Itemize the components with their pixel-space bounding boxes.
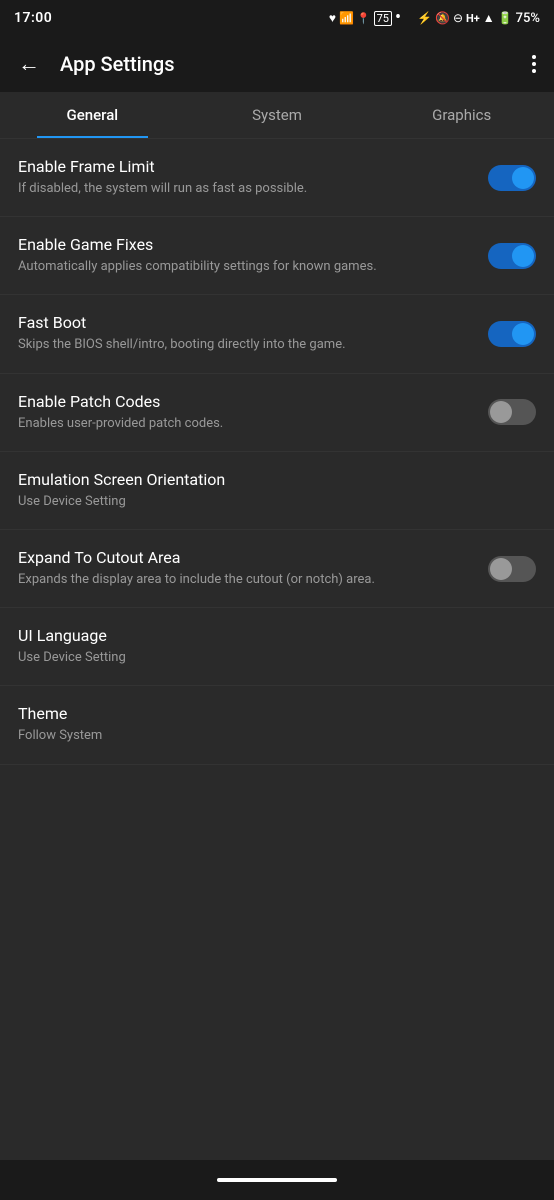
toggle-frame-limit[interactable] (488, 165, 536, 191)
toggle-knob-fast-boot (512, 323, 534, 345)
setting-desc-ui-language: Use Device Setting (18, 649, 520, 667)
tab-bar: General System Graphics (0, 92, 554, 139)
signal-icon: ▲ (483, 11, 495, 25)
location-icon: 📍 (357, 12, 371, 25)
setting-title-theme: Theme (18, 704, 520, 723)
setting-item-fast-boot[interactable]: Fast Boot Skips the BIOS shell/intro, boo… (0, 295, 554, 373)
setting-title-patch-codes: Enable Patch Codes (18, 392, 472, 411)
bottom-bar (0, 1160, 554, 1200)
tab-system[interactable]: System (185, 92, 370, 138)
setting-desc-game-fixes: Automatically applies compatibility sett… (18, 258, 472, 276)
toggle-game-fixes[interactable] (488, 243, 536, 269)
setting-item-frame-limit[interactable]: Enable Frame Limit If disabled, the syste… (0, 139, 554, 217)
setting-text-frame-limit: Enable Frame Limit If disabled, the syste… (18, 157, 488, 198)
battery-icon: 🔋 (498, 11, 513, 25)
setting-item-patch-codes[interactable]: Enable Patch Codes Enables user-provided … (0, 374, 554, 452)
toggle-knob-frame-limit (512, 167, 534, 189)
tab-graphics[interactable]: Graphics (369, 92, 554, 138)
page-title: App Settings (60, 52, 512, 76)
setting-title-game-fixes: Enable Game Fixes (18, 235, 472, 254)
status-icons: ♥ 📶 📍 75 • ⚡ 🔕 ⊖ H+ ▲ 🔋 75% (329, 9, 540, 27)
dot-2 (532, 62, 536, 66)
setting-text-ui-language: UI Language Use Device Setting (18, 626, 536, 667)
setting-item-ui-language[interactable]: UI Language Use Device Setting (0, 608, 554, 686)
setting-desc-fast-boot: Skips the BIOS shell/intro, booting dire… (18, 336, 472, 354)
tab-general[interactable]: General (0, 92, 185, 138)
setting-title-screen-orientation: Emulation Screen Orientation (18, 470, 520, 489)
setting-title-cutout-area: Expand To Cutout Area (18, 548, 472, 567)
toggle-slider-cutout-area (488, 556, 536, 582)
setting-desc-patch-codes: Enables user-provided patch codes. (18, 415, 472, 433)
dot-1 (532, 55, 536, 59)
setting-text-game-fixes: Enable Game Fixes Automatically applies c… (18, 235, 488, 276)
badge-75-icon: 75 (374, 11, 392, 26)
minus-circle-icon: ⊖ (453, 11, 463, 25)
setting-item-cutout-area[interactable]: Expand To Cutout Area Expands the display… (0, 530, 554, 608)
toggle-knob-game-fixes (512, 245, 534, 267)
setting-desc-theme: Follow System (18, 727, 520, 745)
toggle-slider-frame-limit (488, 165, 536, 191)
toggle-knob-cutout-area (490, 558, 512, 580)
bluetooth-icon: ⚡ (417, 11, 432, 25)
toggle-slider-fast-boot (488, 321, 536, 347)
battery-level: 75% (516, 11, 540, 26)
setting-text-theme: Theme Follow System (18, 704, 536, 745)
toggle-knob-patch-codes (490, 401, 512, 423)
setting-text-cutout-area: Expand To Cutout Area Expands the display… (18, 548, 488, 589)
status-time: 17:00 (14, 10, 52, 26)
dot-icon: • (395, 9, 401, 27)
setting-item-game-fixes[interactable]: Enable Game Fixes Automatically applies c… (0, 217, 554, 295)
home-indicator (217, 1178, 337, 1182)
status-bar: 17:00 ♥ 📶 📍 75 • ⚡ 🔕 ⊖ H+ ▲ 🔋 75% (0, 0, 554, 36)
setting-text-screen-orientation: Emulation Screen Orientation Use Device S… (18, 470, 536, 511)
h-plus-icon: H+ (466, 12, 480, 25)
settings-list: Enable Frame Limit If disabled, the syste… (0, 139, 554, 1160)
toggle-fast-boot[interactable] (488, 321, 536, 347)
toggle-patch-codes[interactable] (488, 399, 536, 425)
setting-title-fast-boot: Fast Boot (18, 313, 472, 332)
setting-desc-cutout-area: Expands the display area to include the … (18, 571, 472, 589)
setting-title-ui-language: UI Language (18, 626, 520, 645)
bell-off-icon: 🔕 (435, 11, 450, 25)
dot-3 (532, 69, 536, 73)
heart-icon: ♥ (329, 11, 336, 25)
wifi-icon: 📶 (339, 11, 354, 25)
more-options-button[interactable] (528, 51, 540, 77)
setting-desc-frame-limit: If disabled, the system will run as fast… (18, 180, 472, 198)
setting-title-frame-limit: Enable Frame Limit (18, 157, 472, 176)
setting-item-screen-orientation[interactable]: Emulation Screen Orientation Use Device S… (0, 452, 554, 530)
setting-item-theme[interactable]: Theme Follow System (0, 686, 554, 764)
setting-text-fast-boot: Fast Boot Skips the BIOS shell/intro, boo… (18, 313, 488, 354)
setting-desc-screen-orientation: Use Device Setting (18, 493, 520, 511)
toggle-slider-game-fixes (488, 243, 536, 269)
toggle-cutout-area[interactable] (488, 556, 536, 582)
top-bar: ← App Settings (0, 36, 554, 92)
back-button[interactable]: ← (14, 47, 44, 81)
toggle-slider-patch-codes (488, 399, 536, 425)
setting-text-patch-codes: Enable Patch Codes Enables user-provided … (18, 392, 488, 433)
